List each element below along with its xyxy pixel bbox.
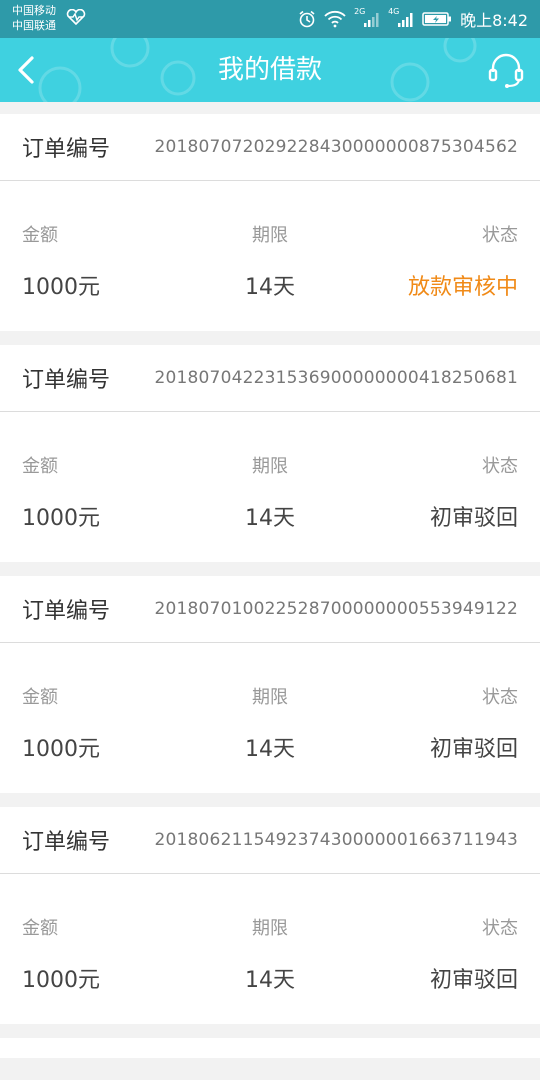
status-label: 状态 [482,225,518,246]
order-label: 订单编号 [22,830,111,855]
status-label: 状态 [482,918,518,939]
signal-4g-icon: 4G [388,7,414,29]
wifi-icon [324,10,346,28]
status-value: 初审驳回 [429,506,518,531]
status-column: 状态 初审驳回 [430,683,518,763]
loan-card-partial [0,1038,540,1058]
loan-card[interactable]: 订单编号 201807010022528700000000553949122 金… [0,576,540,793]
order-number: 201807010022528700000000553949122 [154,599,518,619]
order-number: 201807072029228430000000875304562 [154,137,518,157]
order-row: 订单编号 201806211549237430000001663711943 [0,807,540,874]
clock: 晚上8:42 [460,11,528,30]
status-column: 状态 初审驳回 [430,452,518,532]
loan-info: 金额 1000元 期限 14天 状态 初审驳回 [0,412,540,562]
signal-2g-icon: 2G [354,7,380,29]
customer-service-icon[interactable] [486,50,526,90]
carrier-1: 中国移动 [12,4,56,17]
carrier-info: 中国移动 中国联通 [12,3,56,33]
status-value: 初审驳回 [429,737,518,762]
order-label: 订单编号 [22,599,111,624]
order-row: 订单编号 201807042231536900000000418250681 [0,345,540,412]
status-bar: 中国移动 中国联通 2G 4G 晚上8:42 [0,0,540,38]
status-label: 状态 [482,687,518,708]
loan-info: 金额 1000元 期限 14天 状态 初审驳回 [0,643,540,793]
order-number: 201806211549237430000001663711943 [154,830,518,850]
loan-list: 订单编号 201807072029228430000000875304562 金… [0,114,540,1072]
status-value: 放款审核中 [407,275,518,300]
loan-info: 金额 1000元 期限 14天 状态 放款审核中 [0,181,540,331]
carrier-2: 中国联通 [12,19,56,32]
loan-card[interactable]: 订单编号 201807072029228430000000875304562 金… [0,114,540,331]
order-label: 订单编号 [22,368,111,393]
page-title: 我的借款 [217,55,322,85]
order-row: 订单编号 201807010022528700000000553949122 [0,576,540,643]
status-icons: 2G 4G 晚上8:42 [298,0,528,38]
loan-info: 金额 1000元 期限 14天 状态 初审驳回 [0,874,540,1024]
order-row: 订单编号 201807072029228430000000875304562 [0,114,540,181]
order-number: 201807042231536900000000418250681 [154,368,518,388]
status-column: 状态 放款审核中 [408,221,518,301]
health-icon [66,9,86,25]
loan-card[interactable]: 订单编号 201806211549237430000001663711943 金… [0,807,540,1024]
app-header: 我的借款 [0,38,540,102]
status-column: 状态 初审驳回 [430,914,518,994]
order-label: 订单编号 [22,137,111,162]
loan-card[interactable]: 订单编号 201807042231536900000000418250681 金… [0,345,540,562]
status-value: 初审驳回 [429,968,518,993]
status-label: 状态 [482,456,518,477]
battery-icon [422,12,452,26]
alarm-icon [299,10,315,28]
